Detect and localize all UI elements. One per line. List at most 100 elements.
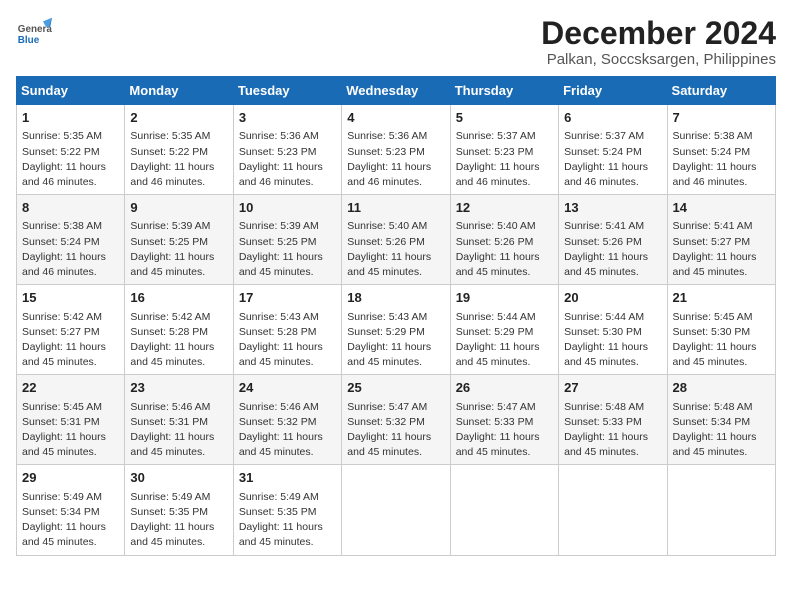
day-number: 1 [22, 109, 119, 127]
calendar-cell: 30 Sunrise: 5:49 AM Sunset: 5:35 PM Dayli… [125, 465, 233, 555]
day-info: Sunrise: 5:36 AM Sunset: 5:23 PM Dayligh… [239, 129, 336, 190]
day-info: Sunrise: 5:49 AM Sunset: 5:35 PM Dayligh… [239, 490, 336, 551]
calendar-cell: 5 Sunrise: 5:37 AM Sunset: 5:23 PM Daylig… [450, 105, 558, 195]
day-number: 6 [564, 109, 661, 127]
calendar-cell: 6Sunrise: 5:37 AM Sunset: 5:24 PM Daylig… [559, 105, 667, 195]
day-number: 17 [239, 289, 336, 307]
calendar-cell: 22 Sunrise: 5:45 AM Sunset: 5:31 PM Dayli… [17, 375, 125, 465]
day-number: 13 [564, 199, 661, 217]
calendar-cell: 19 Sunrise: 5:44 AM Sunset: 5:29 PM Dayli… [450, 285, 558, 375]
calendar-cell: 18 Sunrise: 5:43 AM Sunset: 5:29 PM Dayli… [342, 285, 450, 375]
calendar-title: December 2024 [541, 16, 776, 51]
day-of-week-thursday: Thursday [450, 77, 558, 105]
calendar-cell: 11 Sunrise: 5:40 AM Sunset: 5:26 PM Dayli… [342, 195, 450, 285]
svg-text:Blue: Blue [18, 35, 40, 46]
day-number: 22 [22, 379, 119, 397]
day-number: 16 [130, 289, 227, 307]
calendar-cell: 21Sunrise: 5:45 AM Sunset: 5:30 PM Dayli… [667, 285, 775, 375]
day-info: Sunrise: 5:35 AM Sunset: 5:22 PM Dayligh… [22, 129, 119, 190]
day-info: Sunrise: 5:36 AM Sunset: 5:23 PM Dayligh… [347, 129, 444, 190]
calendar-cell: 8 Sunrise: 5:38 AM Sunset: 5:24 PM Daylig… [17, 195, 125, 285]
calendar-cell [450, 465, 558, 555]
calendar-cell: 27 Sunrise: 5:48 AM Sunset: 5:33 PM Dayli… [559, 375, 667, 465]
calendar-cell: 12Sunrise: 5:40 AM Sunset: 5:26 PM Dayli… [450, 195, 558, 285]
calendar-cell: 17 Sunrise: 5:43 AM Sunset: 5:28 PM Dayli… [233, 285, 341, 375]
calendar-week-4: 22 Sunrise: 5:45 AM Sunset: 5:31 PM Dayli… [17, 375, 776, 465]
calendar-cell: 9Sunrise: 5:39 AM Sunset: 5:25 PM Daylig… [125, 195, 233, 285]
calendar-cell: 31 Sunrise: 5:49 AM Sunset: 5:35 PM Dayli… [233, 465, 341, 555]
day-info: Sunrise: 5:44 AM Sunset: 5:29 PM Dayligh… [456, 310, 553, 371]
day-number: 30 [130, 469, 227, 487]
calendar-cell: 1 Sunrise: 5:35 AM Sunset: 5:22 PM Daylig… [17, 105, 125, 195]
days-of-week-row: SundayMondayTuesdayWednesdayThursdayFrid… [17, 77, 776, 105]
day-info: Sunrise: 5:46 AM Sunset: 5:32 PM Dayligh… [239, 400, 336, 461]
day-info: Sunrise: 5:38 AM Sunset: 5:24 PM Dayligh… [22, 219, 119, 280]
day-number: 24 [239, 379, 336, 397]
day-of-week-sunday: Sunday [17, 77, 125, 105]
day-info: Sunrise: 5:43 AM Sunset: 5:28 PM Dayligh… [239, 310, 336, 371]
day-of-week-tuesday: Tuesday [233, 77, 341, 105]
day-info: Sunrise: 5:37 AM Sunset: 5:23 PM Dayligh… [456, 129, 553, 190]
day-of-week-saturday: Saturday [667, 77, 775, 105]
day-number: 29 [22, 469, 119, 487]
calendar-cell: 14Sunrise: 5:41 AM Sunset: 5:27 PM Dayli… [667, 195, 775, 285]
calendar-cell: 28 Sunrise: 5:48 AM Sunset: 5:34 PM Dayli… [667, 375, 775, 465]
day-number: 5 [456, 109, 553, 127]
day-info: Sunrise: 5:49 AM Sunset: 5:35 PM Dayligh… [130, 490, 227, 551]
day-info: Sunrise: 5:45 AM Sunset: 5:31 PM Dayligh… [22, 400, 119, 461]
calendar-cell: 16Sunrise: 5:42 AM Sunset: 5:28 PM Dayli… [125, 285, 233, 375]
day-number: 10 [239, 199, 336, 217]
day-info: Sunrise: 5:38 AM Sunset: 5:24 PM Dayligh… [673, 129, 770, 190]
day-number: 28 [673, 379, 770, 397]
calendar-subtitle: Palkan, Soccsksargen, Philippines [541, 51, 776, 68]
day-number: 4 [347, 109, 444, 127]
day-number: 14 [673, 199, 770, 217]
day-info: Sunrise: 5:35 AM Sunset: 5:22 PM Dayligh… [130, 129, 227, 190]
calendar-cell: 20Sunrise: 5:44 AM Sunset: 5:30 PM Dayli… [559, 285, 667, 375]
day-number: 11 [347, 199, 444, 217]
day-info: Sunrise: 5:47 AM Sunset: 5:33 PM Dayligh… [456, 400, 553, 461]
day-number: 23 [130, 379, 227, 397]
day-number: 21 [673, 289, 770, 307]
calendar-cell [342, 465, 450, 555]
day-info: Sunrise: 5:41 AM Sunset: 5:26 PM Dayligh… [564, 219, 661, 280]
calendar-week-5: 29Sunrise: 5:49 AM Sunset: 5:34 PM Dayli… [17, 465, 776, 555]
day-info: Sunrise: 5:46 AM Sunset: 5:31 PM Dayligh… [130, 400, 227, 461]
calendar-cell: 3 Sunrise: 5:36 AM Sunset: 5:23 PM Daylig… [233, 105, 341, 195]
page-header: General Blue December 2024 Palkan, Soccs… [16, 16, 776, 68]
calendar-header: SundayMondayTuesdayWednesdayThursdayFrid… [17, 77, 776, 105]
day-of-week-wednesday: Wednesday [342, 77, 450, 105]
day-number: 26 [456, 379, 553, 397]
calendar-body: 1 Sunrise: 5:35 AM Sunset: 5:22 PM Daylig… [17, 105, 776, 555]
day-number: 9 [130, 199, 227, 217]
day-of-week-monday: Monday [125, 77, 233, 105]
day-number: 15 [22, 289, 119, 307]
calendar-cell: 13 Sunrise: 5:41 AM Sunset: 5:26 PM Dayli… [559, 195, 667, 285]
calendar-cell: 7Sunrise: 5:38 AM Sunset: 5:24 PM Daylig… [667, 105, 775, 195]
day-number: 8 [22, 199, 119, 217]
title-block: December 2024 Palkan, Soccsksargen, Phil… [541, 16, 776, 68]
calendar-cell [667, 465, 775, 555]
logo: General Blue [16, 16, 52, 52]
day-info: Sunrise: 5:47 AM Sunset: 5:32 PM Dayligh… [347, 400, 444, 461]
calendar-cell: 2 Sunrise: 5:35 AM Sunset: 5:22 PM Daylig… [125, 105, 233, 195]
calendar-cell: 4 Sunrise: 5:36 AM Sunset: 5:23 PM Daylig… [342, 105, 450, 195]
day-number: 19 [456, 289, 553, 307]
day-info: Sunrise: 5:39 AM Sunset: 5:25 PM Dayligh… [239, 219, 336, 280]
calendar-week-3: 15 Sunrise: 5:42 AM Sunset: 5:27 PM Dayli… [17, 285, 776, 375]
calendar-week-1: 1 Sunrise: 5:35 AM Sunset: 5:22 PM Daylig… [17, 105, 776, 195]
day-number: 18 [347, 289, 444, 307]
day-number: 3 [239, 109, 336, 127]
day-number: 2 [130, 109, 227, 127]
day-number: 27 [564, 379, 661, 397]
day-info: Sunrise: 5:48 AM Sunset: 5:34 PM Dayligh… [673, 400, 770, 461]
day-info: Sunrise: 5:43 AM Sunset: 5:29 PM Dayligh… [347, 310, 444, 371]
day-info: Sunrise: 5:40 AM Sunset: 5:26 PM Dayligh… [347, 219, 444, 280]
calendar-cell: 10 Sunrise: 5:39 AM Sunset: 5:25 PM Dayli… [233, 195, 341, 285]
day-number: 12 [456, 199, 553, 217]
calendar-cell: 15 Sunrise: 5:42 AM Sunset: 5:27 PM Dayli… [17, 285, 125, 375]
day-info: Sunrise: 5:48 AM Sunset: 5:33 PM Dayligh… [564, 400, 661, 461]
day-info: Sunrise: 5:42 AM Sunset: 5:27 PM Dayligh… [22, 310, 119, 371]
day-number: 31 [239, 469, 336, 487]
day-number: 20 [564, 289, 661, 307]
